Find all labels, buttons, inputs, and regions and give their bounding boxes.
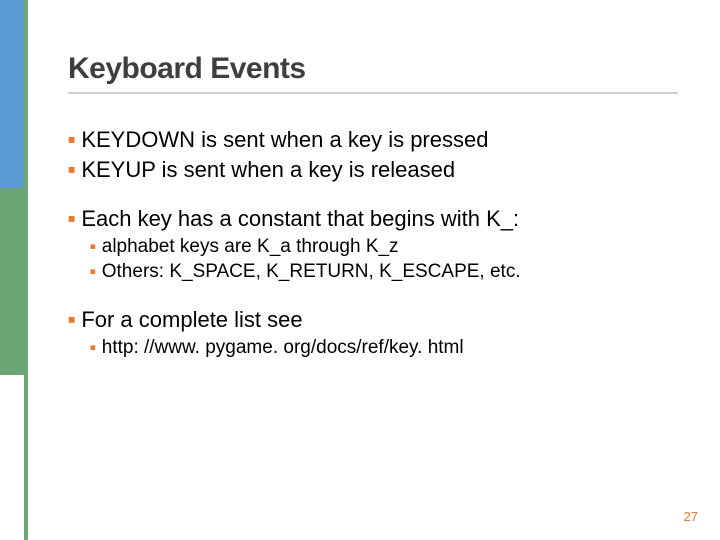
page-number: 27 (684, 509, 698, 524)
bullet-list: ■ KEYDOWN is sent when a key is pressed … (68, 126, 690, 359)
title-underline (68, 92, 678, 94)
bullet-marker-icon: ■ (90, 267, 96, 291)
vertical-rule (24, 0, 28, 540)
bullet-level2: ■ Others: K_SPACE, K_RETURN, K_ESCAPE, e… (90, 260, 690, 284)
slide-title: Keyboard Events (68, 52, 690, 86)
bullet-marker-icon: ■ (68, 133, 75, 161)
bullet-level1: ■ For a complete list see (68, 306, 690, 334)
bullet-text: http: //www. pygame. org/docs/ref/key. h… (102, 336, 464, 360)
accent-stripe-teal (0, 188, 24, 375)
bullet-level2: ■ alphabet keys are K_a through K_z (90, 235, 690, 259)
bullet-level2: ■ http: //www. pygame. org/docs/ref/key.… (90, 336, 690, 360)
bullet-level1: ■ KEYUP is sent when a key is released (68, 156, 690, 184)
bullet-text: KEYUP is sent when a key is released (81, 156, 455, 184)
bullet-text: KEYDOWN is sent when a key is pressed (81, 126, 488, 154)
accent-stripe-blue (0, 0, 24, 188)
bullet-level1: ■ KEYDOWN is sent when a key is pressed (68, 126, 690, 154)
bullet-marker-icon: ■ (90, 241, 96, 265)
bullet-marker-icon: ■ (68, 212, 75, 240)
bullet-marker-icon: ■ (68, 313, 75, 341)
bullet-text: For a complete list see (81, 306, 302, 334)
slide-content: Keyboard Events ■ KEYDOWN is sent when a… (68, 52, 690, 359)
bullet-marker-icon: ■ (90, 342, 96, 366)
bullet-marker-icon: ■ (68, 162, 75, 190)
bullet-text: Others: K_SPACE, K_RETURN, K_ESCAPE, etc… (102, 260, 521, 284)
bullet-level1: ■ Each key has a constant that begins wi… (68, 205, 690, 233)
bullet-text: alphabet keys are K_a through K_z (102, 235, 399, 259)
bullet-text: Each key has a constant that begins with… (81, 205, 519, 233)
